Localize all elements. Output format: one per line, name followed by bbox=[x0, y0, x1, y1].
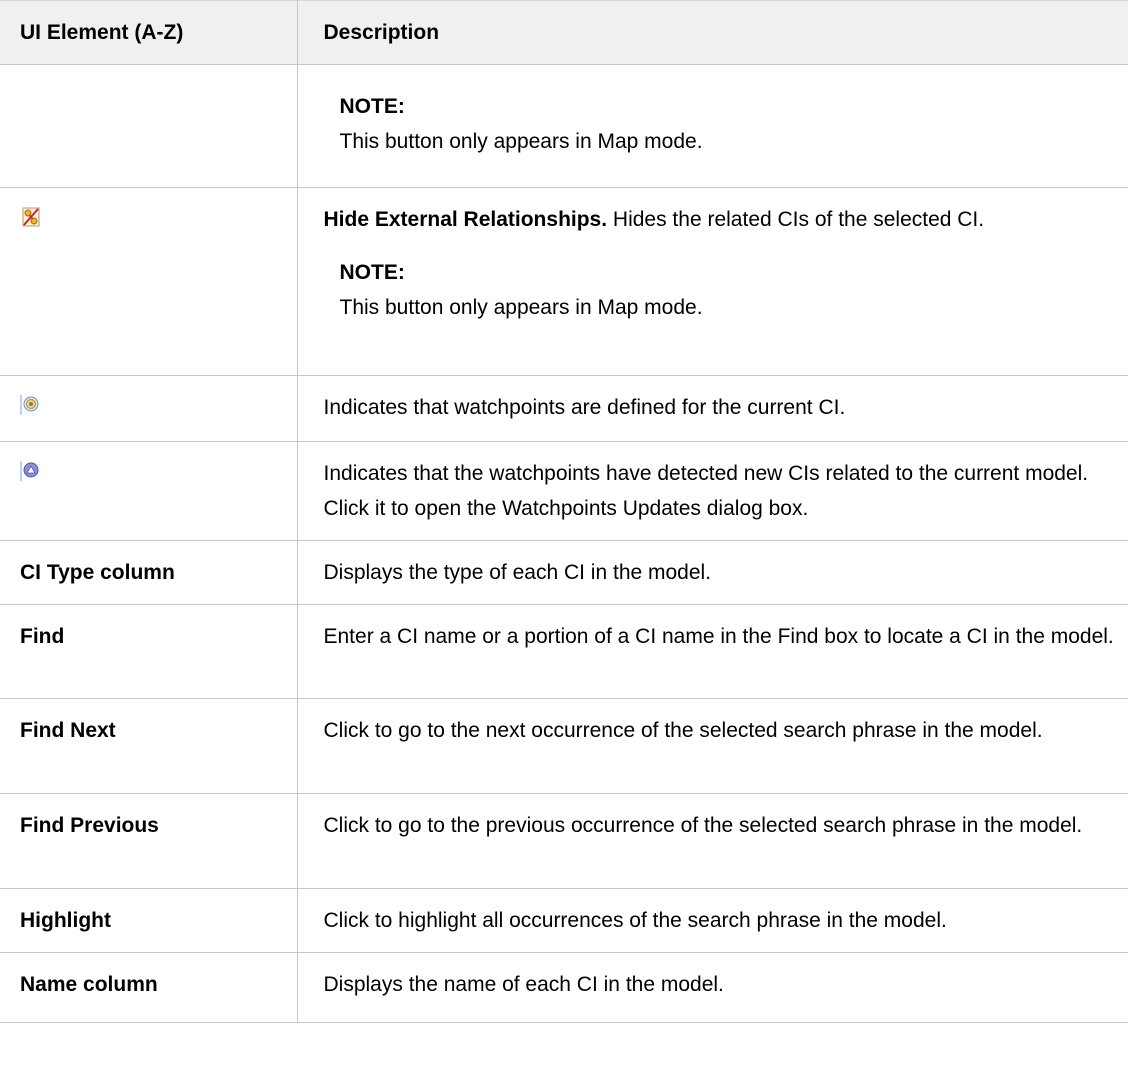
table-row: Indicates that watchpoints are defined f… bbox=[0, 375, 1128, 442]
element-cell bbox=[0, 187, 298, 376]
table-header-row: UI Element (A-Z) Description bbox=[0, 0, 1128, 65]
table-row: Find Enter a CI name or a portion of a C… bbox=[0, 604, 1128, 699]
note-label: NOTE: bbox=[339, 261, 405, 284]
table-row: Indicates that the watchpoints have dete… bbox=[0, 441, 1128, 541]
element-name: Find bbox=[0, 604, 298, 699]
note-label: NOTE: bbox=[339, 95, 405, 118]
header-ui-element: UI Element (A-Z) bbox=[0, 0, 298, 65]
element-name: Find Previous bbox=[0, 793, 298, 889]
description-cell: Indicates that the watchpoints have dete… bbox=[296, 441, 1128, 541]
item-text: Hides the related CIs of the selected CI… bbox=[607, 208, 985, 231]
watchpoints-defined-icon bbox=[20, 394, 42, 416]
element-cell bbox=[0, 64, 298, 188]
description-cell: Indicates that watchpoints are defined f… bbox=[296, 375, 1128, 442]
element-name: Find Next bbox=[0, 698, 298, 794]
item-text: Indicates that the watchpoints have dete… bbox=[323, 462, 1089, 520]
item-text: Indicates that watchpoints are defined f… bbox=[323, 396, 846, 419]
item-text: Displays the type of each CI in the mode… bbox=[296, 540, 1128, 605]
element-cell bbox=[0, 375, 298, 442]
table-row: NOTE: This button only appears in Map mo… bbox=[0, 64, 1128, 188]
item-text: Click to highlight all occurrences of th… bbox=[296, 888, 1128, 953]
item-text: Enter a CI name or a portion of a CI nam… bbox=[296, 604, 1128, 699]
table-row: Highlight Click to highlight all occurre… bbox=[0, 888, 1128, 953]
note-text: This button only appears in Map mode. bbox=[339, 296, 703, 319]
item-title: Hide External Relationships. bbox=[323, 208, 608, 231]
table-row: Hide External Relationships. Hides the r… bbox=[0, 187, 1128, 376]
element-name: CI Type column bbox=[0, 540, 298, 605]
table-row: CI Type column Displays the type of each… bbox=[0, 540, 1128, 605]
header-description: Description bbox=[296, 0, 1128, 65]
watchpoints-updates-icon bbox=[20, 460, 42, 482]
note-text: This button only appears in Map mode. bbox=[339, 130, 703, 153]
table-row: Name column Displays the name of each CI… bbox=[0, 952, 1128, 1023]
table-row: Find Next Click to go to the next occurr… bbox=[0, 698, 1128, 794]
item-text: Displays the name of each CI in the mode… bbox=[296, 952, 1128, 1023]
item-text: Click to go to the next occurrence of th… bbox=[296, 698, 1128, 794]
item-text: Click to go to the previous occurrence o… bbox=[296, 793, 1128, 889]
description-cell: NOTE: This button only appears in Map mo… bbox=[296, 64, 1128, 188]
element-cell bbox=[0, 441, 298, 541]
table-row: Find Previous Click to go to the previou… bbox=[0, 793, 1128, 889]
element-name: Name column bbox=[0, 952, 298, 1023]
ui-elements-table: UI Element (A-Z) Description NOTE: This … bbox=[0, 0, 1128, 1023]
description-cell: Hide External Relationships. Hides the r… bbox=[296, 187, 1128, 376]
element-name: Highlight bbox=[0, 888, 298, 953]
hide-external-relationships-icon bbox=[20, 206, 42, 228]
